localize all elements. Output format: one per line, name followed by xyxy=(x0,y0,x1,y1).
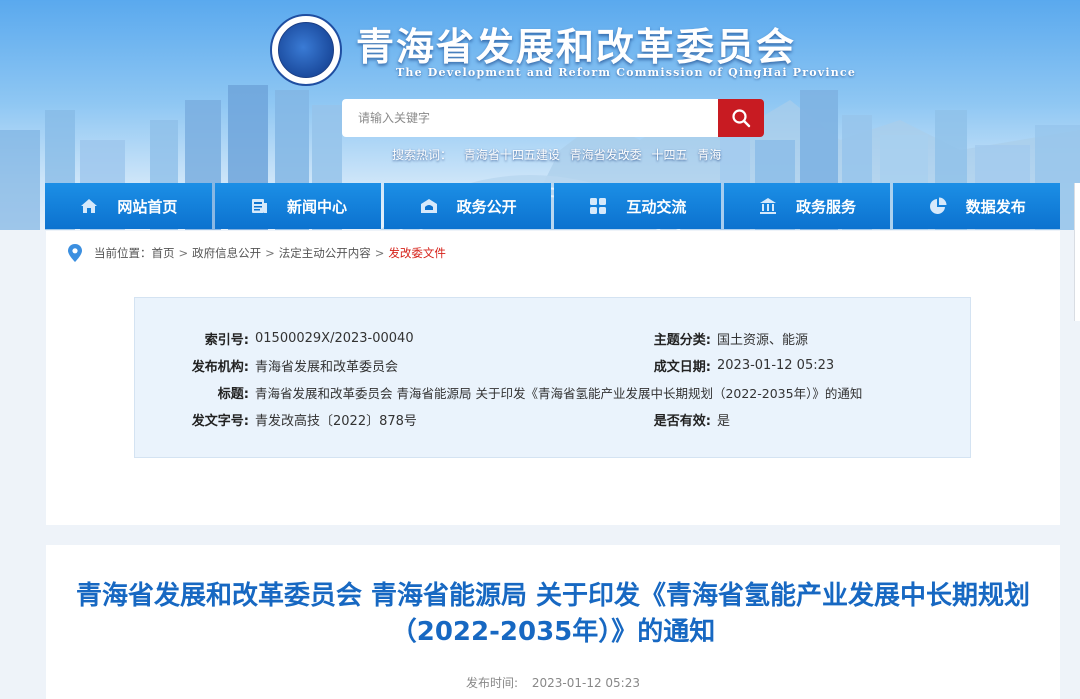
search-button[interactable] xyxy=(718,99,764,137)
hot-word-link[interactable]: 青海省十四五建设 xyxy=(464,148,560,162)
hot-word-link[interactable]: 十四五 xyxy=(652,148,688,162)
site-title: 青海省发展和改革委员会 xyxy=(356,24,797,69)
meta-valid-value: 是 xyxy=(717,413,731,429)
nav-item-label: 政务服务 xyxy=(796,197,857,216)
hot-word-link[interactable]: 青海 xyxy=(697,148,721,162)
breadcrumb-home[interactable]: 首页 xyxy=(152,245,175,261)
meta-date-label: 成文日期: xyxy=(653,359,711,375)
document-info-card: 当前位置： 首页 > 政府信息公开 > 法定主动公开内容 > 发改委文件 索引号… xyxy=(46,231,1060,525)
meta-publisher: 发布机构: 青海省发展和改革委员会 xyxy=(135,355,398,375)
hot-search-label: 搜索热词： xyxy=(392,148,453,162)
nav-item-label: 互动交流 xyxy=(626,197,687,216)
meta-topic-value: 国土资源、能源 xyxy=(717,332,809,348)
meta-date-value: 2023-01-12 05:23 xyxy=(717,357,835,373)
meta-topic-label: 主题分类: xyxy=(653,332,711,348)
nav-item-home[interactable]: 网站首页 xyxy=(45,183,212,229)
meta-index-value: 01500029X/2023-00040 xyxy=(255,330,414,346)
meta-docno-value: 青发改高技〔2022〕878号 xyxy=(255,413,417,429)
breadcrumb-current[interactable]: 发改委文件 xyxy=(388,245,446,261)
article-title: 青海省发展和改革委员会 青海省能源局 关于印发《青海省氢能产业发展中长期规划（2… xyxy=(75,581,1031,647)
meta-publisher-label: 发布机构: xyxy=(191,359,249,375)
breadcrumb: 当前位置： 首页 > 政府信息公开 > 法定主动公开内容 > 发改委文件 xyxy=(66,243,446,263)
meta-title-label: 标题: xyxy=(217,386,249,402)
search-input[interactable] xyxy=(342,99,720,137)
nav-item-service[interactable]: 政务服务 xyxy=(723,183,891,229)
logo-emblem xyxy=(278,22,334,78)
news-icon xyxy=(249,196,269,216)
meta-index-label: 索引号: xyxy=(204,332,249,348)
commission-logo[interactable] xyxy=(270,14,342,86)
hot-word-link[interactable]: 青海省发改委 xyxy=(570,148,642,162)
nav-item-label: 政务公开 xyxy=(456,197,517,216)
meta-topic: 主题分类: 国土资源、能源 xyxy=(575,328,808,348)
service-building-icon xyxy=(758,196,778,216)
search-icon xyxy=(732,109,751,128)
meta-docno-label: 发文字号: xyxy=(191,413,249,429)
breadcrumb-statutory[interactable]: 法定主动公开内容 xyxy=(279,245,371,261)
nav-item-label: 数据发布 xyxy=(965,197,1026,216)
meta-docno: 发文字号: 青发改高技〔2022〕878号 xyxy=(135,409,417,429)
location-pin-icon xyxy=(68,244,82,262)
main-nav: 网站首页 新闻中心 政务公开 互动交流 政务服务 数据发布 xyxy=(45,183,1061,229)
article-card: 青海省发展和改革委员会 青海省能源局 关于印发《青海省氢能产业发展中长期规划（2… xyxy=(46,545,1060,699)
open-gov-icon xyxy=(419,196,439,216)
nav-item-open-gov[interactable]: 政务公开 xyxy=(384,183,552,229)
nav-item-interaction[interactable]: 互动交流 xyxy=(554,183,721,229)
document-metadata-panel: 索引号: 01500029X/2023-00040 主题分类: 国土资源、能源 … xyxy=(134,297,971,458)
article-publish-info: 发布时间: 2023-01-12 05:23 xyxy=(46,674,1060,691)
pie-chart-icon xyxy=(928,196,948,216)
meta-title-value: 青海省发展和改革委员会 青海省能源局 关于印发《青海省氢能产业发展中长期规划（2… xyxy=(255,385,863,401)
home-icon xyxy=(79,196,99,216)
publish-time-label: 发布时间: xyxy=(465,676,519,690)
nav-item-label: 新闻中心 xyxy=(287,197,348,216)
meta-publisher-value: 青海省发展和改革委员会 xyxy=(255,359,399,375)
breadcrumb-label: 当前位置： xyxy=(94,246,152,260)
meta-valid: 是否有效: 是 xyxy=(575,409,730,429)
nav-item-label: 网站首页 xyxy=(117,197,178,216)
meta-date: 成文日期: 2023-01-12 05:23 xyxy=(575,355,834,375)
breadcrumb-separator: > xyxy=(374,246,385,260)
hot-search-bar: 搜索热词： 青海省十四五建设 青海省发改委 十四五 青海 xyxy=(392,146,727,163)
breadcrumb-separator: > xyxy=(265,246,275,260)
nav-item-data[interactable]: 数据发布 xyxy=(893,183,1061,229)
interaction-icon xyxy=(588,196,608,216)
meta-index: 索引号: 01500029X/2023-00040 xyxy=(135,328,414,348)
nav-item-news[interactable]: 新闻中心 xyxy=(214,183,382,229)
breadcrumb-separator: > xyxy=(178,246,189,260)
meta-title: 标题: 青海省发展和改革委员会 青海省能源局 关于印发《青海省氢能产业发展中长期… xyxy=(135,382,863,402)
side-floating-panel xyxy=(1074,183,1080,321)
site-subtitle: The Development and Reform Commission of… xyxy=(396,66,857,79)
publish-time-value: 2023-01-12 05:23 xyxy=(531,676,640,690)
meta-valid-label: 是否有效: xyxy=(653,413,711,429)
breadcrumb-gov-info[interactable]: 政府信息公开 xyxy=(192,245,261,261)
